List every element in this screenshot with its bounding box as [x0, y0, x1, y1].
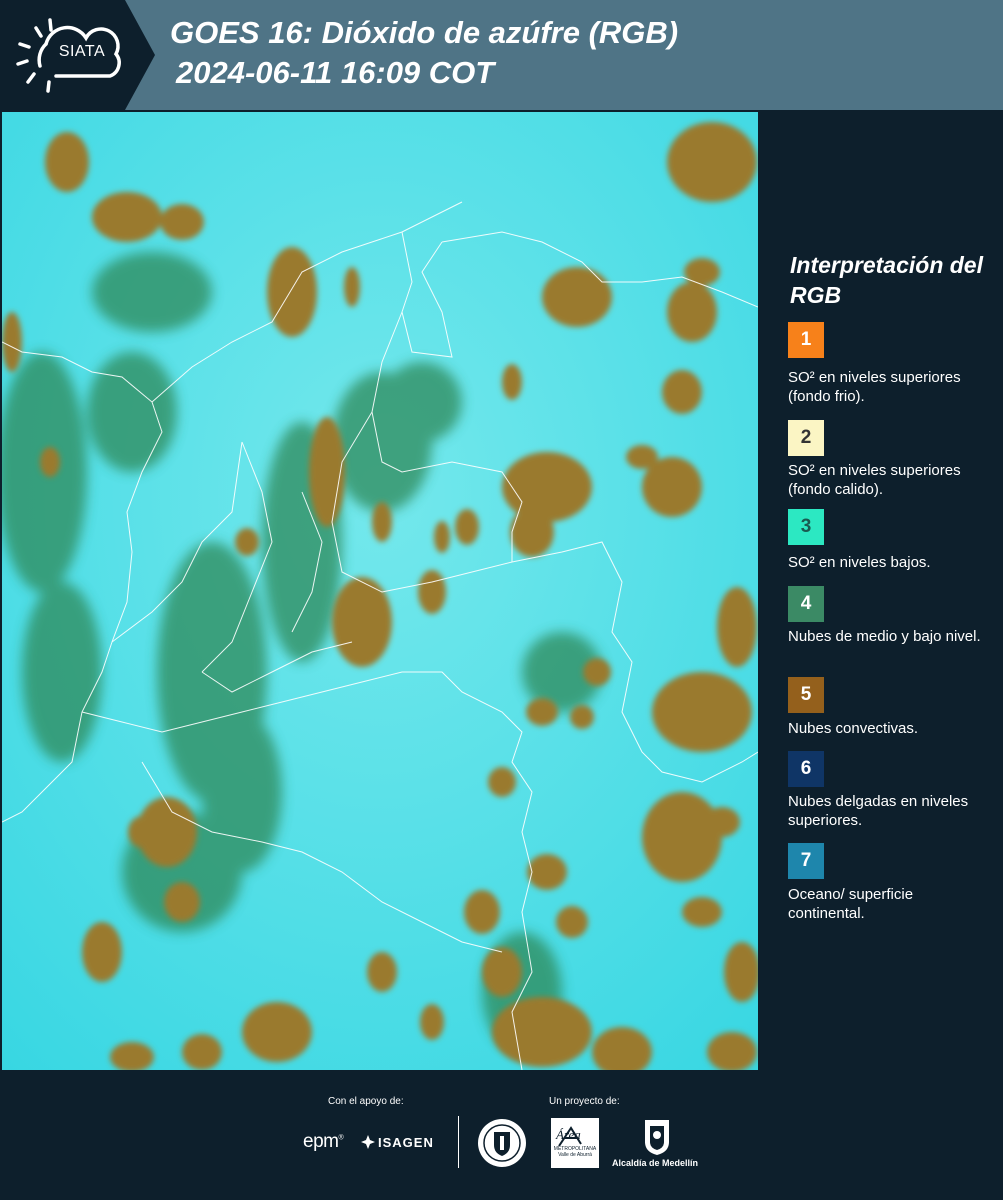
support-caption: Con el apoyo de: [328, 1096, 404, 1107]
legend-text-3: SO² en niveles bajos. [788, 554, 931, 571]
area-metropolitana-text: METROPOLITANA Valle de Aburrá [551, 1146, 599, 1158]
footer: Con el apoyo de: Un proyecto de: epm® IS… [0, 1070, 1003, 1200]
footer-divider [458, 1116, 459, 1168]
legend-swatch-5: 5 [788, 677, 824, 713]
satellite-image [2, 112, 758, 1070]
legend-title: Interpretación del RGB [790, 252, 983, 308]
legend-text-6: Nubes delgadas en niveles superiores. [788, 793, 969, 829]
page-title: GOES 16: Dióxido de azúfre (RGB) [170, 15, 679, 50]
epm-logo-text: epm [303, 1131, 339, 1152]
legend-text-7: Oceano/ superficie continental. [788, 886, 914, 922]
area-metropolitana-line2: Valle de Aburrá [558, 1152, 592, 1158]
siata-logo-text: SIATA [58, 43, 106, 60]
legend-swatch-2: 2 [788, 420, 824, 456]
legend-swatch-3: 3 [788, 509, 824, 545]
legend-text-2: SO² en niveles superiores (fondo calido)… [788, 462, 961, 498]
legend-text-1: SO² en niveles superiores (fondo frio). [788, 369, 961, 405]
legend-swatch-1: 1 [788, 322, 824, 358]
legend-swatch-7: 7 [788, 843, 824, 879]
legend-panel: Interpretación del RGB 1 SO² en niveles … [760, 110, 1003, 1070]
area-metropolitana-logo [551, 1118, 599, 1168]
legend-swatch-4: 4 [788, 586, 824, 622]
isagen-icon [361, 1135, 375, 1149]
header-bar: SIATA GOES 16: Dióxido de azúfre (RGB) 2… [0, 0, 1003, 110]
page-timestamp: 2024-06-11 16:09 COT [176, 55, 495, 90]
epm-logo: epm® [303, 1131, 344, 1152]
legend-swatch-6: 6 [788, 751, 824, 787]
project-caption: Un proyecto de: [549, 1096, 620, 1107]
isagen-logo-text: ISAGEN [378, 1135, 434, 1150]
logo-block: SIATA [0, 0, 155, 110]
legend-text-4: Nubes de medio y bajo nivel. [788, 628, 981, 645]
legend-text-5: Nubes convectivas. [788, 720, 919, 737]
area-metropolitana-name: Área [556, 1127, 581, 1142]
medellin-seal-icon [478, 1119, 526, 1167]
satellite-render [2, 112, 758, 1070]
alcaldia-shield-icon [645, 1120, 669, 1155]
alcaldia-text: Alcaldía de Medellín [612, 1158, 699, 1168]
